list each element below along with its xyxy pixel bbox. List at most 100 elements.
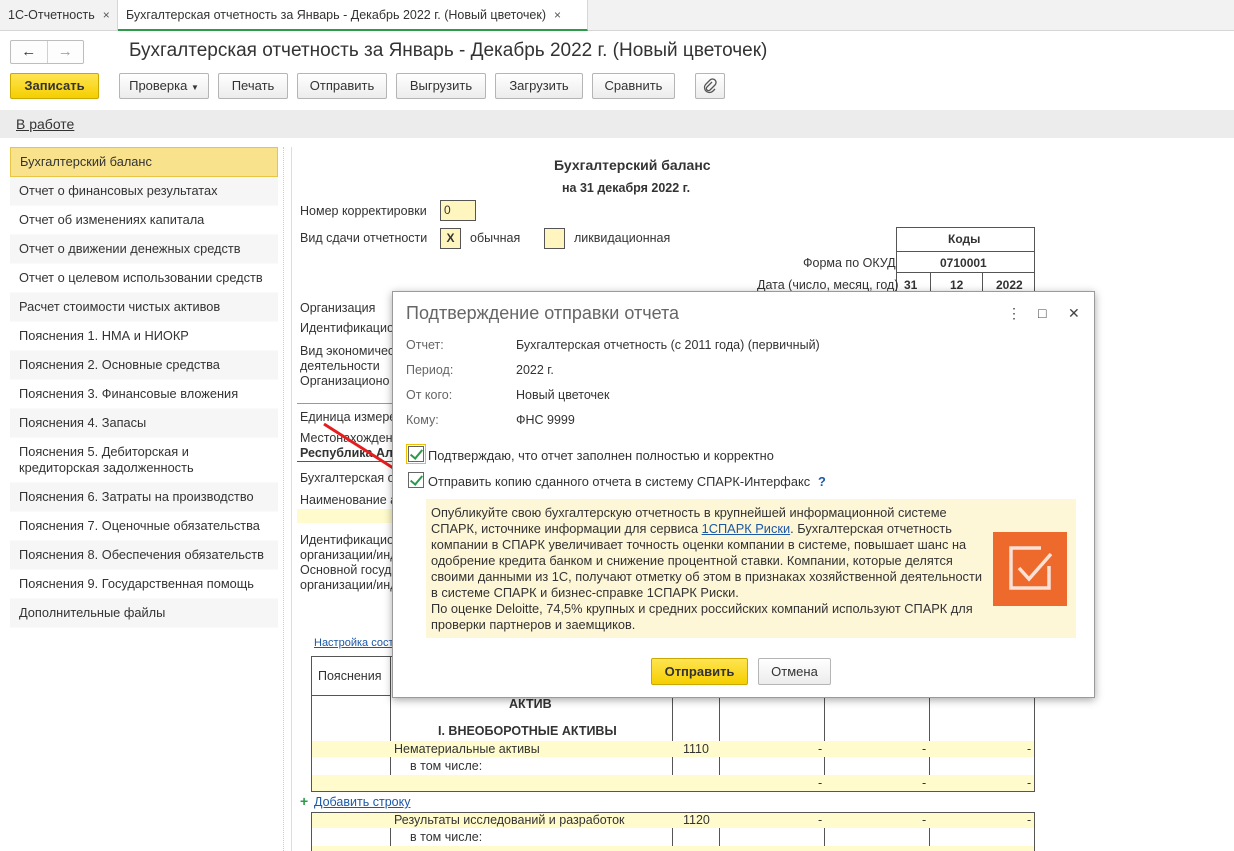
help-icon[interactable]: ? xyxy=(818,474,826,489)
sidebar-item[interactable]: Пояснения 7. Оценочные обязательства xyxy=(10,512,278,541)
sidebar-item[interactable]: Пояснения 6. Затраты на производство xyxy=(10,483,278,512)
row-name: в том числе: xyxy=(410,830,483,844)
sidebar-item[interactable]: Пояснения 4. Запасы xyxy=(10,409,278,438)
import-button[interactable]: Загрузить xyxy=(495,73,583,99)
date-year: 2022 xyxy=(996,278,1023,292)
attach-button[interactable] xyxy=(695,73,725,99)
date-month: 12 xyxy=(950,278,964,292)
name-label: Наименование а xyxy=(300,493,398,507)
row-value[interactable]: - xyxy=(818,776,822,790)
to-value: ФНС 9999 xyxy=(516,413,575,427)
sidebar-item[interactable]: Пояснения 9. Государственная помощь xyxy=(10,570,278,599)
send-button[interactable]: Отправить xyxy=(297,73,387,99)
add-row-link[interactable]: Добавить строку xyxy=(314,795,410,809)
date-label: Дата (число, месяц, год) xyxy=(757,278,899,292)
splitter[interactable] xyxy=(283,147,289,851)
corr-input[interactable]: 0 xyxy=(440,200,476,221)
forward-arrow-icon[interactable]: → xyxy=(46,41,84,63)
okud-value: 0710001 xyxy=(940,256,987,270)
kind-liquid-label: ликвидационная xyxy=(574,231,671,245)
sidebar-item[interactable]: Пояснения 3. Финансовые вложения xyxy=(10,380,278,409)
period-value: 2022 г. xyxy=(516,363,554,377)
okud-label: Форма по ОКУД xyxy=(803,256,896,270)
spark-logo-icon xyxy=(993,532,1067,606)
dialog-cancel-button[interactable]: Отмена xyxy=(758,658,831,685)
codes-divider xyxy=(896,272,1035,273)
report-date: на 31 декабря 2022 г. xyxy=(562,181,691,195)
col-notes-header: Пояснения xyxy=(318,669,382,683)
main-label: Основной госуда xyxy=(300,563,399,577)
settings-link[interactable]: Настройка сост xyxy=(314,637,394,649)
from-value: Новый цветочек xyxy=(516,388,610,402)
dialog-send-button[interactable]: Отправить xyxy=(651,658,748,685)
confirm-checkbox[interactable] xyxy=(406,444,426,464)
row-value[interactable]: - xyxy=(1027,813,1031,827)
sidebar-item[interactable]: Отчет о целевом использовании средств xyxy=(10,264,278,293)
kind-liquid-box[interactable] xyxy=(544,228,565,249)
row-value[interactable]: - xyxy=(922,776,926,790)
row-code: 1120 xyxy=(683,813,710,827)
sidebar-item[interactable]: Отчет об изменениях капитала xyxy=(10,206,278,235)
export-button[interactable]: Выгрузить xyxy=(396,73,486,99)
paperclip-icon xyxy=(703,78,717,94)
sidebar-item[interactable]: Пояснения 2. Основные средства xyxy=(10,351,278,380)
corr-label: Номер корректировки xyxy=(300,204,427,218)
orgform-label: Организационо xyxy=(300,374,390,388)
row-value[interactable]: - xyxy=(818,742,822,756)
status-link[interactable]: В работе xyxy=(16,116,74,132)
more-menu-icon[interactable]: ⋮ xyxy=(1007,305,1021,322)
close-icon[interactable]: × xyxy=(103,8,110,22)
check-label: Проверка xyxy=(129,78,188,93)
row-value[interactable]: - xyxy=(922,742,926,756)
save-button[interactable]: Записать xyxy=(10,73,99,99)
check-dropdown-button[interactable]: Проверка ▼ xyxy=(119,73,209,99)
table-divider xyxy=(311,791,1035,792)
history-nav: ← → xyxy=(10,40,84,64)
dialog-title: Подтверждение отправки отчета xyxy=(406,303,680,323)
spark-risks-link[interactable]: 1СПАРК Риски xyxy=(702,521,790,536)
ident2-label: Идентификацио xyxy=(300,533,394,547)
divider xyxy=(297,403,397,404)
row-value[interactable]: - xyxy=(1027,742,1031,756)
back-arrow-icon[interactable]: ← xyxy=(11,41,47,63)
report-label: Отчет: xyxy=(406,338,444,352)
close-icon[interactable]: ✕ xyxy=(1068,305,1080,322)
print-button[interactable]: Печать xyxy=(218,73,288,99)
row-name: в том числе: xyxy=(410,759,483,773)
section1-header: I. ВНЕОБОРОТНЫЕ АКТИВЫ xyxy=(438,724,617,738)
sidebar: Бухгалтерский баланс Отчет о финансовых р… xyxy=(10,147,278,628)
close-icon[interactable]: × xyxy=(554,8,561,22)
row-value[interactable]: - xyxy=(1027,776,1031,790)
compare-button[interactable]: Сравнить xyxy=(592,73,675,99)
sidebar-item[interactable]: Бухгалтерский баланс xyxy=(10,147,278,177)
asset-header: АКТИВ xyxy=(509,697,552,711)
kind-normal-label: обычная xyxy=(470,231,521,245)
spark-checkbox[interactable] xyxy=(408,472,424,488)
name-field[interactable] xyxy=(297,509,397,523)
codes-header: Коды xyxy=(948,232,981,246)
period-label: Период: xyxy=(406,363,454,377)
sidebar-item[interactable]: Отчет о движении денежных средств xyxy=(10,235,278,264)
to-label: Кому: xyxy=(406,413,439,427)
econ-label: Вид экономичес xyxy=(300,344,395,358)
row-code: 1110 xyxy=(683,742,709,756)
send-confirmation-dialog: Подтверждение отправки отчета ⋮ □ ✕ Отче… xyxy=(392,291,1095,698)
tab-accounting-report[interactable]: Бухгалтерская отчетность за Январь - Дек… xyxy=(118,0,588,31)
report-title: Бухгалтерский баланс xyxy=(554,157,711,173)
sidebar-item[interactable]: Дополнительные файлы xyxy=(10,599,278,628)
org-label: Организация xyxy=(300,301,376,315)
tab-bar: 1С-Отчетность × Бухгалтерская отчетность … xyxy=(0,0,1234,31)
sidebar-item[interactable]: Пояснения 1. НМА и НИОКР xyxy=(10,322,278,351)
row-value[interactable]: - xyxy=(818,813,822,827)
sidebar-item[interactable]: Пояснения 8. Обеспечения обязательств xyxy=(10,541,278,570)
kind-normal-box[interactable]: X xyxy=(440,228,461,249)
row-value[interactable]: - xyxy=(922,813,926,827)
date-day: 31 xyxy=(904,278,918,292)
sidebar-item[interactable]: Отчет о финансовых результатах xyxy=(10,177,278,206)
sidebar-item[interactable]: Расчет стоимости чистых активов xyxy=(10,293,278,322)
tab-1c-reporting[interactable]: 1С-Отчетность × xyxy=(0,0,118,31)
maximize-icon[interactable]: □ xyxy=(1038,305,1046,321)
table-divider xyxy=(390,656,391,792)
add-row-plus-icon[interactable]: + xyxy=(300,793,308,809)
sidebar-item[interactable]: Пояснения 5. Дебиторская и кредиторская … xyxy=(10,438,278,483)
